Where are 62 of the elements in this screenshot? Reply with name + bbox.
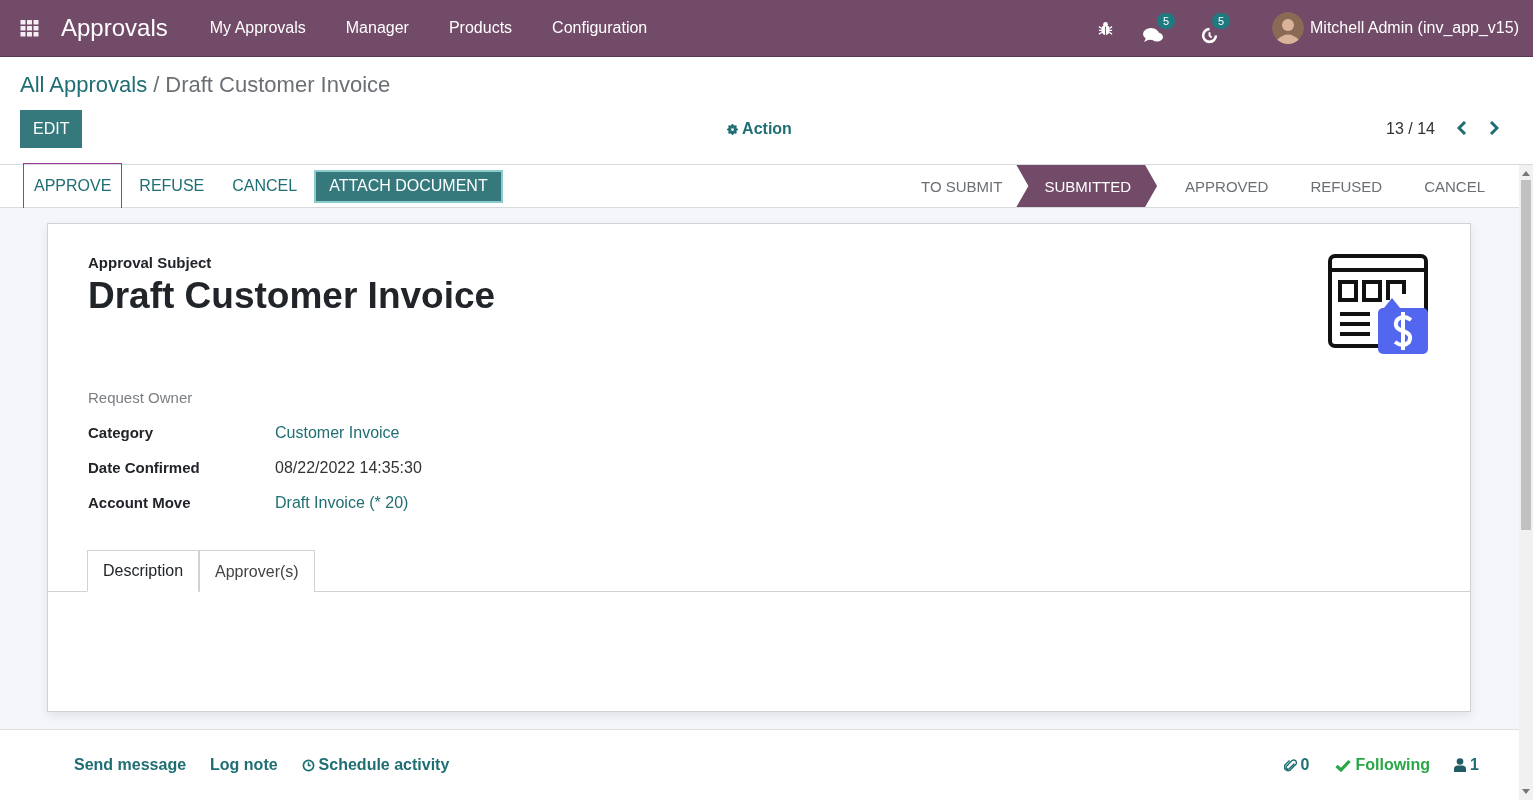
action-menu-button[interactable]: Action	[727, 120, 792, 138]
avatar-icon	[1272, 12, 1304, 44]
app-name-link[interactable]: Approvals	[61, 14, 168, 42]
chatter-button[interactable]: Send message	[74, 756, 187, 774]
invoice-dollar-icon	[1328, 254, 1430, 356]
paperclip-icon	[1283, 757, 1297, 773]
record-title: Draft Customer Invoice	[88, 275, 496, 317]
nav-menu-item[interactable]: Products	[428, 19, 533, 37]
field-value-link[interactable]: Draft Invoice (* 20)	[275, 493, 409, 512]
status-action-button[interactable]: CANCEL	[221, 168, 309, 204]
attach-document-button[interactable]: ATTACH DOCUMENT	[314, 169, 503, 203]
grid-icon	[20, 19, 39, 37]
scroll-down-arrow-icon	[1522, 789, 1530, 794]
field-label: Date Confirmed	[88, 459, 201, 476]
status-stage[interactable]: SUBMITTED	[1016, 165, 1158, 207]
status-stage[interactable]: TO SUBMIT	[893, 165, 1017, 207]
status-stage[interactable]: APPROVED	[1157, 165, 1283, 207]
nav-menu-item[interactable]: Configuration	[532, 19, 668, 37]
attachments-button[interactable]: 0	[1283, 756, 1310, 774]
notebook-tab[interactable]: Approver(s)	[199, 550, 315, 592]
field-label: Request Owner	[88, 389, 194, 406]
apps-menu-button[interactable]	[20, 19, 39, 37]
scroll-up-arrow-icon	[1522, 171, 1530, 176]
notebook-tab[interactable]: Description	[87, 550, 200, 592]
field-value: 08/22/2022 14:35:30	[275, 458, 422, 477]
breadcrumb-link[interactable]: All Approvals	[20, 72, 148, 98]
messages-button[interactable]: 5	[1143, 13, 1175, 43]
status-action-button[interactable]: REFUSE	[128, 168, 216, 204]
user-menu-button[interactable]: Mitchell Admin (inv_app_v15)	[1272, 12, 1519, 44]
field-value-link[interactable]: Customer Invoice	[275, 423, 400, 442]
field-label: Account Move	[88, 494, 192, 511]
nav-menu-item[interactable]: Manager	[325, 19, 429, 37]
bug-icon	[1098, 20, 1113, 36]
chat-bubbles-icon	[1143, 27, 1163, 43]
gear-icon	[727, 123, 739, 135]
field-label: Approval Subject	[88, 254, 213, 271]
edit-button[interactable]: EDIT	[20, 110, 83, 148]
chevron-left-icon	[1457, 120, 1467, 135]
count-badge: 5	[1211, 12, 1230, 29]
next-button[interactable]	[1489, 120, 1499, 138]
nav-menu-item[interactable]: My Approvals	[189, 19, 326, 37]
debug-button[interactable]	[1098, 20, 1113, 36]
following-button[interactable]: Following	[1335, 756, 1431, 774]
clock-icon	[301, 758, 315, 772]
activities-button[interactable]: 5	[1201, 12, 1230, 44]
scrollbar-thumb[interactable]	[1521, 180, 1531, 530]
scrollbar[interactable]	[1519, 165, 1533, 800]
chatter-button[interactable]: Log note	[210, 756, 278, 774]
pager-counter: 13 / 14	[1386, 120, 1435, 138]
schedule-activity-button[interactable]: Schedule activity	[301, 756, 450, 774]
clock-icon	[1201, 26, 1218, 44]
field-label: Category	[88, 424, 155, 441]
followers-button[interactable]: 1	[1454, 756, 1479, 774]
chevron-right-icon	[1489, 120, 1499, 135]
breadcrumb-current: Draft Customer Invoice	[165, 72, 391, 98]
breadcrumb-separator: /	[153, 72, 160, 98]
person-icon	[1454, 758, 1467, 772]
previous-button[interactable]	[1457, 120, 1467, 138]
checkmark-icon	[1335, 758, 1352, 772]
count-badge: 5	[1156, 13, 1175, 29]
status-stage[interactable]: CANCEL	[1396, 165, 1499, 207]
status-stage[interactable]: REFUSED	[1282, 165, 1397, 207]
